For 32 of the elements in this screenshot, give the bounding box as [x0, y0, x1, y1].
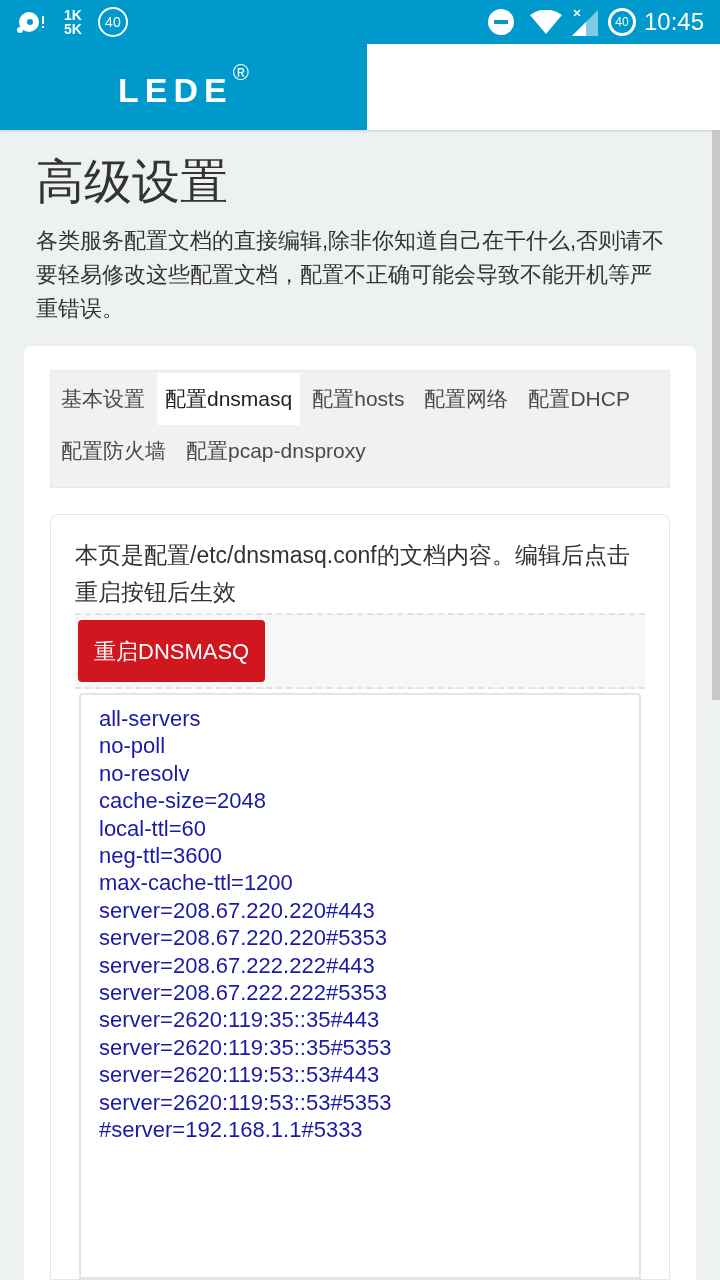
config-line: server=2620:119:53::53#5353 [99, 1088, 393, 1117]
page-title: 高级设置 [36, 154, 229, 210]
registered-mark: ® [232, 59, 249, 87]
config-line: max-cache-ttl=1200 [99, 869, 294, 897]
disc-alert-icon [16, 10, 46, 34]
config-line: no-poll [99, 732, 167, 760]
battery-badge: 40 [97, 7, 128, 37]
config-line: neg-ttl=3600 [99, 842, 223, 870]
config-line: server=2620:119:35::35#5353 [99, 1033, 393, 1062]
battery-badge: 40 [607, 8, 636, 36]
do-not-disturb-icon [487, 9, 514, 35]
upload-speed: 1K [64, 8, 82, 22]
config-line: server=208.67.220.220#443 [99, 896, 376, 925]
wifi-icon [529, 10, 562, 34]
config-editor[interactable] [79, 693, 641, 1279]
config-line: cache-size=2048 [99, 787, 267, 815]
config-line: #server=192.168.1.1#5333 [99, 1116, 364, 1144]
page-description: 各类服务配置文档的直接编辑,除非你知道自己在干什么,否则请不要轻易修改这些配置文档，配置不正确可能会导致不能开机等严重错误。 [36, 227, 666, 323]
config-line: all-servers [99, 705, 202, 733]
tab[interactable]: 配置dnsmasq [157, 373, 301, 425]
section-note: 本页是配置/etc/dnsmasq.conf的文档内容。编辑后点击重启按钮后生效 [75, 541, 631, 607]
config-line: server=2620:119:53::53#443 [99, 1061, 381, 1089]
clock: 10:45 [643, 7, 704, 37]
config-line: no-resolv [99, 759, 191, 788]
config-line: server=208.67.222.222#443 [99, 951, 376, 980]
config-line: local-ttl=60 [99, 814, 207, 843]
config-line: server=208.67.220.220#5353 [99, 924, 389, 952]
config-line: server=2620:119:35::35#443 [99, 1006, 381, 1034]
download-speed: 5K [64, 22, 82, 36]
config-line: server=208.67.222.222#5353 [99, 979, 389, 1007]
signal-icon [571, 8, 598, 36]
restart-button[interactable]: 重启DNSMASQ [78, 620, 266, 682]
